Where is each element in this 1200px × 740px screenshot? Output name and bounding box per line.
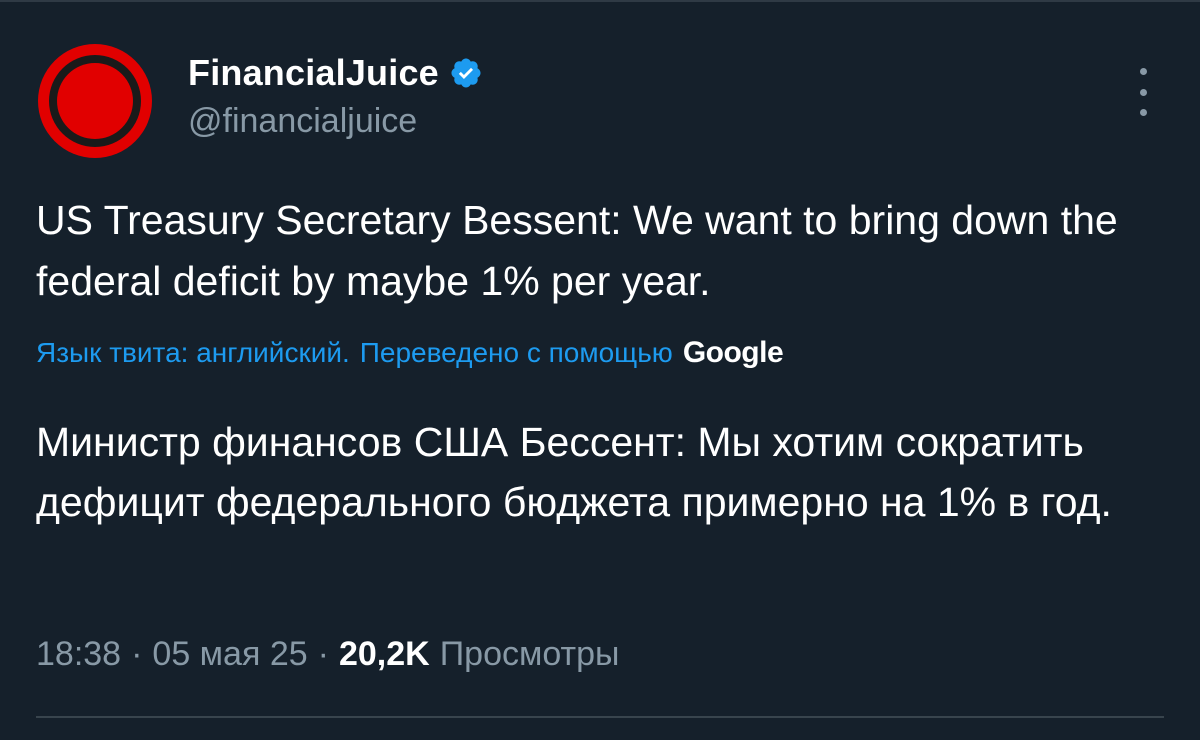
translated-tweet-text: Министр финансов США Бессент: Мы хотим с… (36, 419, 1112, 525)
meta-separator: · (131, 635, 143, 673)
translated-by-link[interactable]: Переведено с помощью (360, 337, 673, 369)
more-dot (1139, 109, 1147, 116)
display-name[interactable]: FinancialJuice (188, 52, 439, 94)
tweet-text: US Treasury Secretary Bessent: We want t… (36, 197, 1118, 304)
author-name-row[interactable]: FinancialJuice (188, 52, 483, 94)
translation-note: Язык твита: английский. Переведено с пом… (36, 336, 784, 370)
tweet-language-link[interactable]: Язык твита: английский. (36, 337, 350, 369)
tweet-meta: 18:38 · 05 мая 25 · 20,2K Просмотры (36, 635, 619, 674)
author-handle[interactable]: @financialjuice (188, 102, 417, 141)
more-dot (1139, 68, 1147, 75)
more-options-icon[interactable] (1126, 68, 1160, 116)
more-dot (1139, 88, 1147, 96)
google-logo: Google (682, 336, 784, 369)
tweet-time[interactable]: 18:38 (36, 635, 121, 674)
divider (36, 716, 1164, 718)
views-label[interactable]: Просмотры (440, 635, 620, 674)
top-border (0, 0, 1200, 2)
tweet-date[interactable]: 05 мая 25 (152, 635, 307, 674)
avatar[interactable] (36, 42, 154, 160)
views-count[interactable]: 20,2K (339, 635, 430, 674)
verified-badge-icon (449, 56, 483, 90)
financialjuice-logo-icon (38, 44, 152, 158)
meta-separator: · (317, 635, 329, 673)
